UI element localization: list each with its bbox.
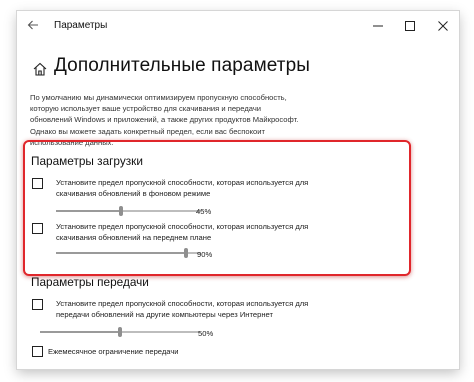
foreground-download-limit-checkbox[interactable] xyxy=(32,223,43,234)
close-icon[interactable] xyxy=(434,17,452,35)
foreground-download-slider[interactable] xyxy=(56,248,201,258)
monthly-upload-limit-checkbox[interactable] xyxy=(32,346,43,357)
download-settings-title: Параметры загрузки xyxy=(31,154,143,168)
page-title: Дополнительные параметры xyxy=(54,55,310,76)
home-icon[interactable] xyxy=(32,61,48,77)
back-arrow-icon[interactable] xyxy=(26,18,40,32)
slider-fill xyxy=(56,210,122,212)
monthly-upload-limit-label: Ежемесячное ограничение передачи xyxy=(48,347,179,356)
upload-slider[interactable] xyxy=(40,327,200,337)
window-title: Параметры xyxy=(54,20,108,31)
upload-settings-title: Параметры передачи xyxy=(31,275,149,289)
minimize-icon[interactable] xyxy=(369,17,387,35)
title-bar: Параметры xyxy=(17,11,459,41)
foreground-download-value: 90% xyxy=(197,250,213,259)
upload-value: 50% xyxy=(198,329,214,338)
settings-window: Параметры Дополнительные параметры По ум… xyxy=(17,11,459,369)
foreground-download-limit-label: Установите предел пропускной способности… xyxy=(56,222,309,242)
slider-thumb[interactable] xyxy=(184,248,188,258)
slider-fill xyxy=(56,252,187,254)
background-download-limit-label: Установите предел пропускной способности… xyxy=(56,178,309,198)
background-download-slider[interactable] xyxy=(56,206,201,216)
background-download-limit-checkbox[interactable] xyxy=(32,178,43,189)
slider-thumb[interactable] xyxy=(119,206,123,216)
slider-fill xyxy=(40,331,120,333)
slider-thumb[interactable] xyxy=(118,327,122,337)
upload-limit-label: Установите предел пропускной способности… xyxy=(56,299,309,319)
upload-limit-checkbox[interactable] xyxy=(32,299,43,310)
background-download-value: 45% xyxy=(196,207,212,216)
maximize-icon[interactable] xyxy=(401,17,419,35)
